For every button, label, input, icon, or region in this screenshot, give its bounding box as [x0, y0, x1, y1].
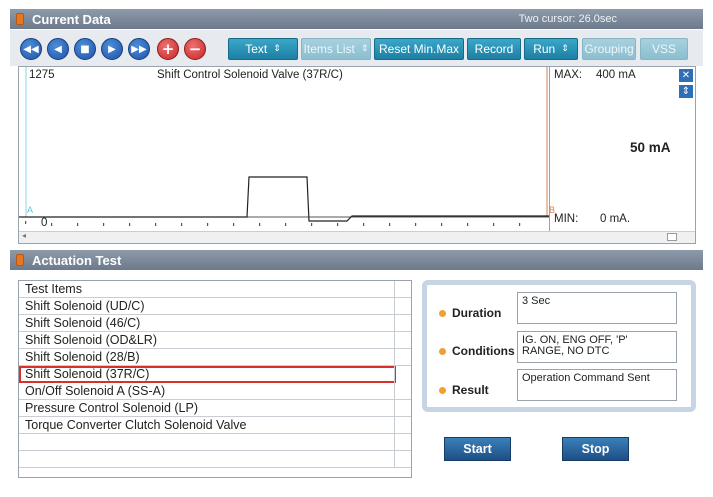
panel-icon [16, 13, 24, 25]
cursor-a-label: A [27, 205, 34, 215]
result-value: Operation Command Sent [517, 369, 677, 401]
graph-area: 1275 Shift Control Solenoid Valve (37R/C… [18, 66, 696, 244]
signal-trace [19, 176, 549, 222]
duration-value: 3 Sec [517, 292, 677, 324]
column-divider [394, 298, 395, 315]
table-row [19, 451, 411, 468]
start-button[interactable]: Start [444, 437, 511, 461]
plot[interactable]: 1275 Shift Control Solenoid Valve (37R/C… [19, 67, 555, 231]
last-icon[interactable]: ▶▶ [128, 38, 150, 60]
table-row [19, 434, 411, 451]
test-item-label: Shift Solenoid (46/C) [25, 316, 141, 330]
spinner-icon: ⇕ [561, 44, 569, 54]
table-row[interactable]: Shift Solenoid (28/B) [19, 349, 411, 366]
zero-label: 0 [41, 217, 48, 229]
remove-icon[interactable]: − [184, 38, 206, 60]
test-item-label: Shift Solenoid (OD&LR) [25, 333, 158, 347]
stop-button[interactable]: Stop [562, 437, 629, 461]
trace-chart [19, 67, 549, 226]
test-item-label: Shift Solenoid (28/B) [25, 350, 140, 364]
actuation-test-title: Actuation Test [32, 252, 122, 268]
test-item-label: Pressure Control Solenoid (LP) [25, 401, 198, 415]
table-row[interactable]: Torque Converter Clutch Solenoid Valve [19, 417, 411, 434]
column-divider [394, 434, 395, 451]
stop-icon[interactable]: ■ [74, 38, 96, 60]
panel-icon [16, 254, 24, 266]
record-button[interactable]: Record [467, 38, 521, 60]
vss-button[interactable]: VSS [640, 38, 688, 60]
table-row[interactable]: Shift Solenoid (UD/C) [19, 298, 411, 315]
current-data-header: Current Data Two cursor: 26.0sec [10, 9, 703, 29]
table-header: Test Items [19, 281, 411, 298]
column-divider [394, 383, 395, 400]
bullet-icon [439, 309, 446, 317]
conditions-value: IG. ON, ENG OFF, 'P' RANGE, NO DTC [517, 331, 677, 363]
current-data-title: Current Data [32, 11, 111, 27]
spinner-icon: ⇕ [360, 44, 369, 54]
column-divider [394, 366, 395, 383]
text-dropdown[interactable]: Text ⇕ [228, 38, 298, 60]
bullet-icon [439, 386, 446, 394]
test-item-label: Shift Solenoid (UD/C) [25, 299, 145, 313]
result-label: Result [439, 383, 489, 397]
add-icon[interactable]: + [157, 38, 179, 60]
spinner-icon: ⇕ [273, 44, 281, 54]
column-divider [394, 417, 395, 434]
grouping-button[interactable]: Grouping [582, 38, 636, 60]
scroll-thumb[interactable] [667, 233, 677, 241]
value-panel: MAX: 400 mA 50 mA MIN: 0 mA. ✕ ⇕ [549, 67, 696, 231]
items-list-dropdown[interactable]: Items List ⇕ [301, 38, 371, 60]
previous-icon[interactable]: ◀ [47, 38, 69, 60]
cursor-info: Two cursor: 26.0sec [518, 13, 617, 25]
run-dropdown[interactable]: Run ⇕ [524, 38, 578, 60]
bullet-icon [439, 347, 446, 355]
next-icon[interactable]: ▶ [101, 38, 123, 60]
max-label: MAX: [554, 69, 583, 81]
column-divider [394, 349, 395, 366]
item-number: 1275 [29, 69, 55, 81]
test-item-label: Torque Converter Clutch Solenoid Valve [25, 418, 247, 432]
actuation-test-header: Actuation Test [10, 250, 703, 270]
toolbar: ◀◀ ◀ ■ ▶ ▶▶ + − Text ⇕ Items List ⇕ Rese… [10, 30, 703, 66]
column-divider [394, 451, 395, 468]
reset-min-max-button[interactable]: Reset Min.Max [374, 38, 464, 60]
column-divider [394, 281, 395, 298]
test-items-column-header: Test Items [25, 282, 82, 296]
table-row[interactable]: Pressure Control Solenoid (LP) [19, 400, 411, 417]
horizontal-scrollbar[interactable]: ◂ [19, 231, 695, 243]
conditions-label: Conditions [439, 344, 515, 358]
duration-label: Duration [439, 306, 501, 320]
close-icon[interactable]: ✕ [679, 69, 693, 82]
min-label: MIN: [554, 213, 579, 225]
min-value: 0 mA. [600, 213, 631, 225]
column-divider [394, 400, 395, 417]
table-row[interactable]: On/Off Solenoid A (SS-A) [19, 383, 411, 400]
column-divider [394, 315, 395, 332]
test-item-label: On/Off Solenoid A (SS-A) [25, 384, 166, 398]
tick-marks [25, 221, 521, 226]
current-value: 50 mA [630, 140, 671, 155]
test-items-table: Test Items Shift Solenoid (UD/C) Shift So… [18, 280, 412, 478]
column-divider [394, 332, 395, 349]
first-icon[interactable]: ◀◀ [20, 38, 42, 60]
scroll-left-icon[interactable]: ◂ [22, 231, 26, 240]
text-dropdown-label: Text [245, 42, 268, 56]
table-row[interactable]: Shift Solenoid (OD&LR) [19, 332, 411, 349]
table-row[interactable]: Shift Solenoid (46/C) [19, 315, 411, 332]
test-info-panel: Duration 3 Sec Conditions IG. ON, ENG OF… [422, 280, 696, 412]
max-value: 400 mA [596, 69, 636, 81]
fit-scale-icon[interactable]: ⇕ [679, 85, 693, 98]
items-list-label: Items List [303, 42, 355, 56]
item-name: Shift Control Solenoid Valve (37R/C) [157, 69, 343, 81]
test-item-label: Shift Solenoid (37R/C) [25, 367, 150, 381]
table-row[interactable]: Shift Solenoid (37R/C) [19, 366, 396, 383]
run-label: Run [533, 42, 556, 56]
